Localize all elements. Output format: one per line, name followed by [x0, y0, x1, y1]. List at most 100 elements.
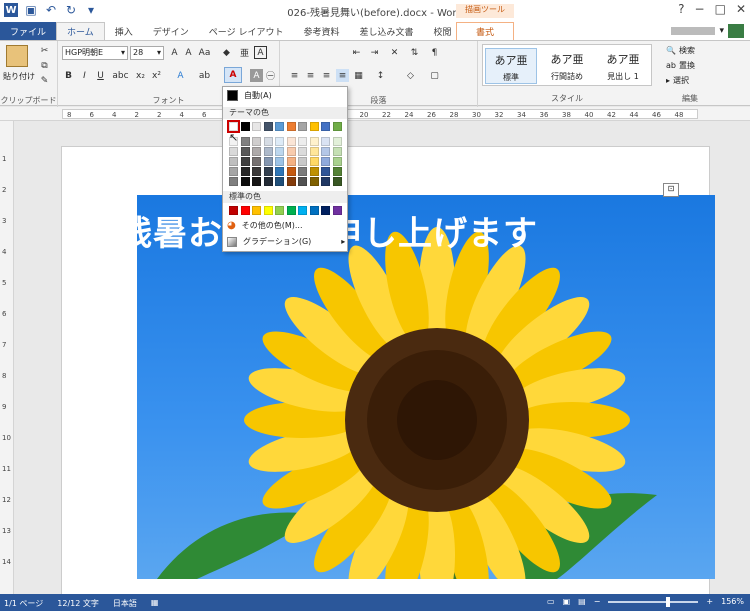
theme-shade-swatch[interactable]	[286, 177, 296, 186]
theme-shade-swatch[interactable]	[332, 137, 342, 146]
distributed-icon[interactable]: ▦	[352, 69, 365, 82]
theme-color-swatch[interactable]	[321, 122, 330, 131]
paste-icon[interactable]	[6, 45, 28, 67]
theme-shade-swatch[interactable]	[252, 147, 261, 156]
zoom-out-button[interactable]: −	[594, 597, 601, 606]
theme-shade-swatch[interactable]	[309, 167, 319, 176]
sort-icon[interactable]: ⇅	[408, 46, 421, 59]
theme-shade-swatch[interactable]	[240, 157, 250, 166]
clear-format-icon[interactable]: ◆	[220, 46, 233, 59]
read-mode-icon[interactable]: ▭	[547, 597, 555, 606]
theme-shade-swatch[interactable]	[321, 157, 330, 166]
standard-color-swatch[interactable]	[240, 206, 250, 215]
increase-indent-icon[interactable]: ⇥	[368, 46, 381, 59]
theme-shade-swatch[interactable]	[240, 167, 250, 176]
zoom-slider[interactable]	[608, 596, 699, 607]
underline-icon[interactable]: U	[94, 69, 107, 82]
horizontal-ruler[interactable]: 8642246810121416182022242628303234363840…	[0, 107, 750, 121]
theme-shade-swatch[interactable]	[332, 177, 342, 186]
auto-color-option[interactable]: 自動(A)	[227, 90, 272, 101]
theme-shade-swatch[interactable]	[298, 177, 307, 186]
theme-shade-swatch[interactable]	[332, 157, 342, 166]
theme-shade-swatch[interactable]	[286, 167, 296, 176]
theme-color-swatch[interactable]	[286, 122, 296, 131]
theme-shade-swatch[interactable]	[229, 167, 238, 176]
italic-icon[interactable]: I	[78, 69, 91, 82]
print-layout-icon[interactable]: ▣	[563, 597, 571, 606]
user-account[interactable]: ▾	[671, 24, 744, 38]
layout-options-icon[interactable]: ⊡	[663, 183, 679, 197]
cut-icon[interactable]: ✂	[38, 44, 51, 57]
theme-shade-swatch[interactable]	[275, 147, 284, 156]
line-spacing-icon[interactable]: ↕	[374, 69, 387, 82]
zoom-in-button[interactable]: +	[706, 597, 713, 606]
font-color-button[interactable]: A	[224, 67, 242, 83]
theme-shade-swatch[interactable]	[298, 167, 307, 176]
align-left-icon[interactable]: ≡	[288, 69, 301, 82]
subscript-icon[interactable]: x₂	[134, 69, 147, 82]
asian-layout-icon[interactable]: ✕	[388, 46, 401, 59]
word-count[interactable]: 12/12 文字	[57, 598, 99, 609]
find-button[interactable]: 🔍 検索	[666, 45, 695, 56]
phonetic-guide-icon[interactable]: 亜	[238, 46, 251, 59]
standard-color-swatch[interactable]	[286, 206, 296, 215]
theme-shade-swatch[interactable]	[309, 147, 319, 156]
theme-shade-swatch[interactable]	[263, 177, 273, 186]
theme-shade-swatch[interactable]	[332, 167, 342, 176]
help-button[interactable]: ?	[678, 2, 684, 16]
font-name-combo[interactable]: HGP明朝E	[62, 46, 128, 60]
tab-format[interactable]: 書式	[456, 22, 514, 40]
shrink-font-icon[interactable]: A	[182, 46, 195, 59]
standard-color-swatch[interactable]	[309, 206, 319, 215]
theme-shade-swatch[interactable]	[252, 137, 261, 146]
theme-shade-swatch[interactable]	[240, 137, 250, 146]
close-button[interactable]: ✕	[736, 2, 746, 16]
theme-shade-swatch[interactable]	[321, 137, 330, 146]
standard-color-swatch[interactable]	[275, 206, 284, 215]
theme-shade-swatch[interactable]	[263, 157, 273, 166]
web-layout-icon[interactable]: ▤	[578, 597, 586, 606]
language-indicator[interactable]: 日本語	[113, 598, 137, 609]
style-normal[interactable]: あア亜 標準	[485, 48, 537, 84]
maximize-button[interactable]: □	[715, 2, 726, 16]
theme-shade-swatch[interactable]	[252, 157, 261, 166]
change-case-icon[interactable]: Aa	[198, 46, 211, 59]
minimize-button[interactable]: −	[695, 2, 705, 16]
zoom-level[interactable]: 156%	[721, 597, 744, 606]
enclose-char-icon[interactable]: ㊀	[264, 69, 277, 82]
theme-shade-swatch[interactable]	[286, 147, 296, 156]
theme-shade-swatch[interactable]	[309, 137, 319, 146]
char-shading-icon[interactable]: A	[250, 69, 263, 82]
theme-color-swatch[interactable]	[298, 122, 307, 131]
format-painter-icon[interactable]: ✎	[38, 74, 51, 87]
more-colors-option[interactable]: ◕ その他の色(M)...	[227, 220, 303, 231]
style-heading-1[interactable]: あア亜 見出し 1	[597, 48, 649, 84]
theme-shade-swatch[interactable]	[275, 167, 284, 176]
theme-shade-swatch[interactable]	[240, 177, 250, 186]
text-effects-icon[interactable]: A	[174, 69, 187, 82]
bold-icon[interactable]: B	[62, 69, 75, 82]
superscript-icon[interactable]: x²	[150, 69, 163, 82]
grow-font-icon[interactable]: A	[168, 46, 181, 59]
standard-color-swatch[interactable]	[263, 206, 273, 215]
standard-color-swatch[interactable]	[321, 206, 330, 215]
tab-home[interactable]: ホーム	[56, 22, 105, 40]
theme-color-swatch[interactable]	[227, 120, 240, 133]
theme-shade-swatch[interactable]	[229, 157, 238, 166]
copy-icon[interactable]: ⧉	[38, 59, 51, 72]
theme-shade-swatch[interactable]	[275, 177, 284, 186]
theme-shade-swatch[interactable]	[229, 147, 238, 156]
theme-color-swatch[interactable]	[332, 122, 342, 131]
zoom-slider-knob[interactable]	[666, 596, 671, 607]
tab-page-layout[interactable]: ページ レイアウト	[199, 22, 294, 40]
standard-color-swatch[interactable]	[332, 206, 342, 215]
theme-shade-swatch[interactable]	[321, 167, 330, 176]
highlight-icon[interactable]: ab	[198, 69, 211, 82]
show-marks-icon[interactable]: ¶	[428, 46, 441, 59]
theme-shade-swatch[interactable]	[298, 137, 307, 146]
theme-shade-swatch[interactable]	[240, 147, 250, 156]
replace-button[interactable]: ab 置換	[666, 60, 695, 71]
theme-shade-swatch[interactable]	[263, 137, 273, 146]
gradient-option[interactable]: グラデーション(G) ▸	[227, 236, 345, 247]
theme-shade-swatch[interactable]	[229, 177, 238, 186]
